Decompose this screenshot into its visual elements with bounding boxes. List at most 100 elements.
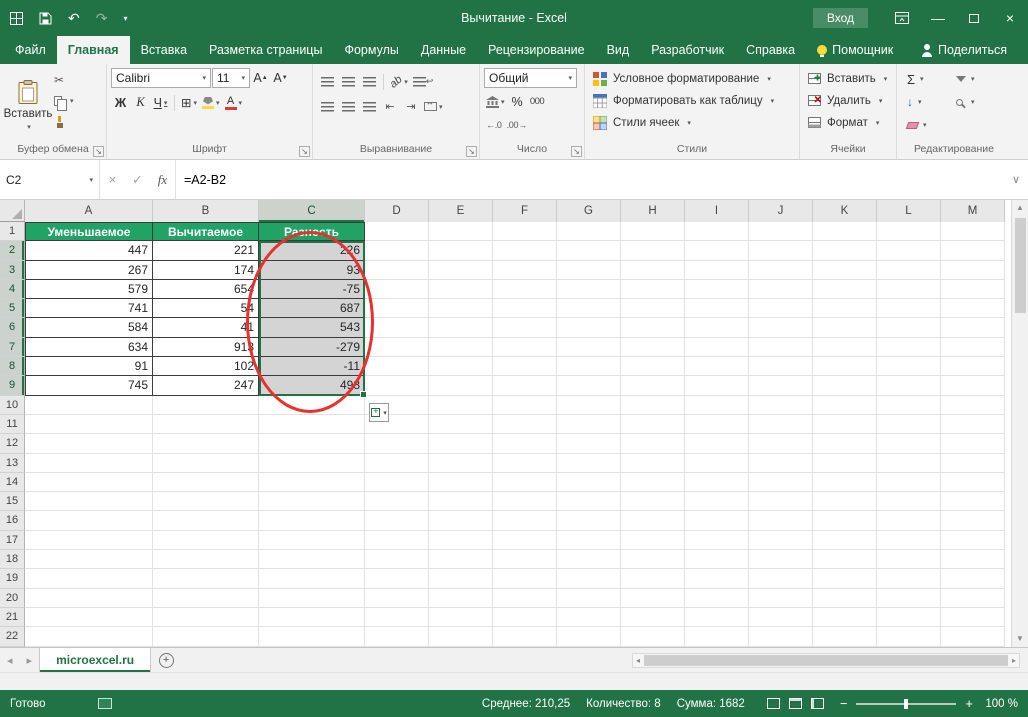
cell-L9[interactable] [877,376,941,395]
cell-F20[interactable] [493,589,557,608]
cell-L6[interactable] [877,318,941,337]
cell-H20[interactable] [621,589,685,608]
cell-J20[interactable] [749,589,813,608]
minimize-button[interactable]: — [920,0,956,36]
cell-D3[interactable] [365,261,429,280]
cell-B10[interactable] [153,396,259,415]
save-button[interactable] [39,12,52,25]
fill-color-button[interactable]: ▾ [200,93,222,112]
cell-G12[interactable] [557,434,621,453]
ribbon-tab-Формулы[interactable]: Формулы [333,36,409,64]
cell-B6[interactable]: 41 [153,318,259,337]
row-header-18[interactable]: 18 [0,550,25,569]
cell-C10[interactable] [259,396,365,415]
cell-B3[interactable]: 174 [153,261,259,280]
cell-J19[interactable] [749,569,813,588]
cell-H15[interactable] [621,492,685,511]
auto-fill-options-button[interactable]: ▾ [369,403,389,422]
row-header-21[interactable]: 21 [0,608,25,627]
cell-I1[interactable] [685,222,749,241]
cell-E16[interactable] [429,511,493,530]
column-header-H[interactable]: H [621,200,685,222]
cell-E5[interactable] [429,299,493,318]
page-break-view-button[interactable] [811,698,824,709]
cell-F18[interactable] [493,550,557,569]
cell-E20[interactable] [429,589,493,608]
cell-F1[interactable] [493,222,557,241]
cell-K2[interactable] [813,241,877,260]
close-button[interactable]: × [992,0,1028,36]
cell-E18[interactable] [429,550,493,569]
cell-G9[interactable] [557,376,621,395]
cell-G17[interactable] [557,531,621,550]
cell-K8[interactable] [813,357,877,376]
cell-I16[interactable] [685,511,749,530]
scroll-up-icon[interactable]: ▲ [1016,200,1024,216]
bold-button[interactable]: Ж [111,93,130,112]
cell-E7[interactable] [429,338,493,357]
cell-J13[interactable] [749,454,813,473]
italic-button[interactable]: К [131,93,150,112]
cell-G21[interactable] [557,608,621,627]
cell-F5[interactable] [493,299,557,318]
vertical-scroll-thumb[interactable] [1015,218,1026,313]
cell-J14[interactable] [749,473,813,492]
cell-K21[interactable] [813,608,877,627]
ribbon-tab-Разработчик[interactable]: Разработчик [640,36,735,64]
cell-H3[interactable] [621,261,685,280]
cell-M15[interactable] [941,492,1005,511]
row-header-9[interactable]: 9 [0,376,25,395]
cell-M14[interactable] [941,473,1005,492]
cell-D22[interactable] [365,627,429,646]
enter-icon[interactable]: ✓ [125,160,150,199]
cell-M7[interactable] [941,338,1005,357]
cell-B19[interactable] [153,569,259,588]
ribbon-tab-Главная[interactable]: Главная [57,36,130,64]
cell-I4[interactable] [685,280,749,299]
maximize-button[interactable] [956,0,992,36]
cell-J5[interactable] [749,299,813,318]
ribbon-tab-Помощник[interactable]: Помощник [806,36,904,64]
cell-E22[interactable] [429,627,493,646]
cell-B1[interactable]: Вычитаемое [153,222,259,241]
cell-B12[interactable] [153,434,259,453]
cell-M18[interactable] [941,550,1005,569]
cell-A22[interactable] [25,627,153,646]
cell-J16[interactable] [749,511,813,530]
cell-G5[interactable] [557,299,621,318]
orientation-button[interactable]: ab▾ [388,72,410,91]
cell-L22[interactable] [877,627,941,646]
cell-K4[interactable] [813,280,877,299]
cell-K18[interactable] [813,550,877,569]
ribbon-tab-Вид[interactable]: Вид [596,36,641,64]
cell-I19[interactable] [685,569,749,588]
cell-M4[interactable] [941,280,1005,299]
decrease-decimal-button[interactable]: .00→ [505,115,529,134]
cell-G2[interactable] [557,241,621,260]
cell-E8[interactable] [429,357,493,376]
cell-D6[interactable] [365,318,429,337]
cell-A3[interactable]: 267 [25,261,153,280]
cell-F21[interactable] [493,608,557,627]
cell-K5[interactable] [813,299,877,318]
row-header-11[interactable]: 11 [0,415,25,434]
cell-M2[interactable] [941,241,1005,260]
cell-M19[interactable] [941,569,1005,588]
cell-J7[interactable] [749,338,813,357]
cell-G1[interactable] [557,222,621,241]
ribbon-tab-Рецензирование[interactable]: Рецензирование [477,36,596,64]
cell-H4[interactable] [621,280,685,299]
cell-M22[interactable] [941,627,1005,646]
cell-G15[interactable] [557,492,621,511]
column-header-F[interactable]: F [493,200,557,222]
cell-B9[interactable]: 247 [153,376,259,395]
cell-K12[interactable] [813,434,877,453]
cell-G20[interactable] [557,589,621,608]
cell-B14[interactable] [153,473,259,492]
cell-A13[interactable] [25,454,153,473]
cell-G11[interactable] [557,415,621,434]
cell-A21[interactable] [25,608,153,627]
cell-L2[interactable] [877,241,941,260]
cell-G14[interactable] [557,473,621,492]
zoom-in-button[interactable]: + [965,696,973,711]
